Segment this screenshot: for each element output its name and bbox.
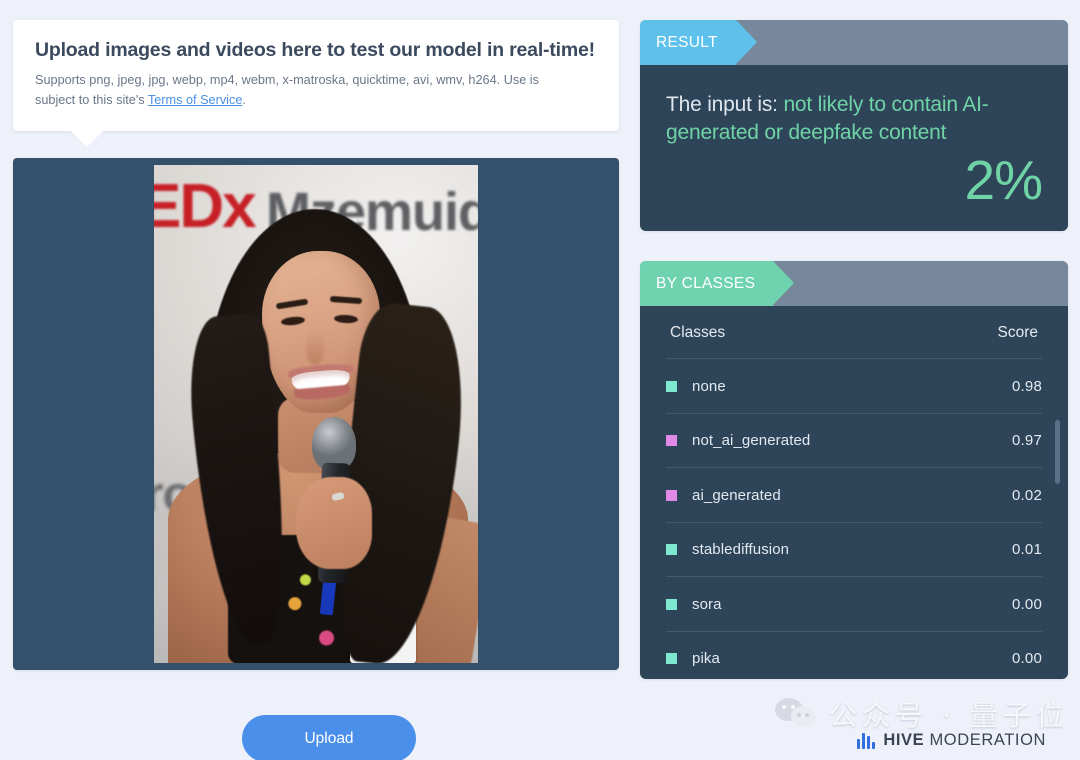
classes-column-header: Classes — [670, 324, 726, 342]
media-preview-dropzone[interactable]: EDx Mzemuid ro x G uk Google — [13, 157, 619, 670]
supported-formats-text: Supports png, jpeg, jpg, webp, mp4, webm… — [35, 73, 539, 108]
hive-brand-light: MODERATION — [924, 731, 1047, 749]
hive-bars-icon — [857, 732, 876, 749]
uploaded-image-preview: EDx Mzemuid ro x G uk Google — [154, 164, 478, 663]
tedx-logo-text: EDx — [154, 171, 257, 241]
watermark-text: 公众号 · 量子位 — [829, 699, 1069, 732]
classes-scroll-list[interactable]: none 0.98 not_ai_generated 0.97 ai_generated… — [640, 358, 1068, 676]
upload-button[interactable]: Upload — [242, 715, 416, 760]
result-prefix: The input is: — [666, 93, 784, 116]
photo-hand — [296, 476, 372, 569]
result-panel-header: RESULT — [640, 20, 1068, 65]
classes-scrollbar-track[interactable] — [1055, 362, 1064, 679]
class-color-swatch-icon — [666, 489, 677, 501]
class-label: sora — [692, 595, 722, 613]
class-color-swatch-icon — [666, 435, 677, 447]
tooltip-pointer — [70, 129, 104, 147]
class-label: not_ai_generated — [692, 432, 811, 450]
classes-scrollbar-thumb[interactable] — [1055, 420, 1060, 485]
result-panel: RESULT The input is: not likely to conta… — [640, 20, 1068, 232]
class-score: 0.02 — [1012, 486, 1042, 504]
by-classes-panel-tag: BY CLASSES — [640, 261, 795, 307]
class-score: 0.97 — [1012, 432, 1042, 450]
by-classes-body: Classes Score none 0.98 not_ai_generated 0.… — [640, 306, 1068, 676]
class-color-swatch-icon — [666, 544, 677, 556]
class-row: pika 0.00 — [666, 630, 1042, 677]
class-score: 0.00 — [1012, 650, 1042, 668]
hive-brand-bold: HIVE — [883, 731, 925, 749]
class-row: sora 0.00 — [666, 576, 1042, 631]
class-label: none — [692, 377, 726, 395]
class-row: not_ai_generated 0.97 — [666, 412, 1042, 468]
result-percentage: 2% — [964, 148, 1044, 211]
class-color-swatch-icon — [666, 380, 677, 392]
photo-nose — [306, 330, 324, 365]
class-score: 0.98 — [1012, 377, 1042, 395]
class-row: stablediffusion 0.01 — [666, 521, 1042, 577]
upload-instructions-title: Upload images and videos here to test ou… — [35, 39, 595, 61]
result-statement: The input is: not likely to contain AI-g… — [666, 91, 1042, 148]
class-label: pika — [692, 650, 720, 668]
hive-brand-name: HIVE MODERATION — [883, 731, 1046, 750]
class-color-swatch-icon — [666, 653, 677, 665]
results-column: RESULT The input is: not likely to conta… — [640, 20, 1068, 680]
upload-supported-formats: Supports png, jpeg, jpg, webp, mp4, webm… — [35, 71, 575, 110]
supported-formats-period: . — [242, 93, 246, 108]
result-panel-tag: RESULT — [640, 20, 757, 65]
class-score: 0.00 — [1012, 595, 1042, 613]
upload-instructions-tooltip: Upload images and videos here to test ou… — [13, 20, 619, 147]
app-root: Upload images and videos here to test ou… — [0, 0, 1080, 760]
result-panel-body: The input is: not likely to contain AI-g… — [640, 65, 1068, 231]
by-classes-panel-header: BY CLASSES — [640, 261, 1068, 307]
class-score: 0.01 — [1012, 541, 1042, 559]
upload-column: Upload images and videos here to test ou… — [13, 20, 619, 760]
by-classes-panel: BY CLASSES Classes Score none 0.98 not_ai_… — [640, 261, 1068, 680]
wechat-watermark: 公众号 · 量子位 — [775, 694, 1069, 734]
class-row: none 0.98 — [666, 358, 1042, 413]
classes-table-header: Classes Score — [640, 306, 1068, 358]
hive-moderation-logo: HIVE MODERATION — [857, 731, 1046, 750]
class-label: ai_generated — [692, 486, 781, 504]
wechat-bubble-front — [791, 706, 816, 727]
class-color-swatch-icon — [666, 598, 677, 610]
class-label: stablediffusion — [692, 541, 790, 559]
wechat-bubble-back — [775, 698, 803, 721]
score-column-header: Score — [997, 324, 1039, 342]
class-row: ai_generated 0.02 — [666, 467, 1042, 522]
terms-of-service-link[interactable]: Terms of Service — [148, 93, 242, 107]
wechat-icon — [775, 697, 821, 731]
